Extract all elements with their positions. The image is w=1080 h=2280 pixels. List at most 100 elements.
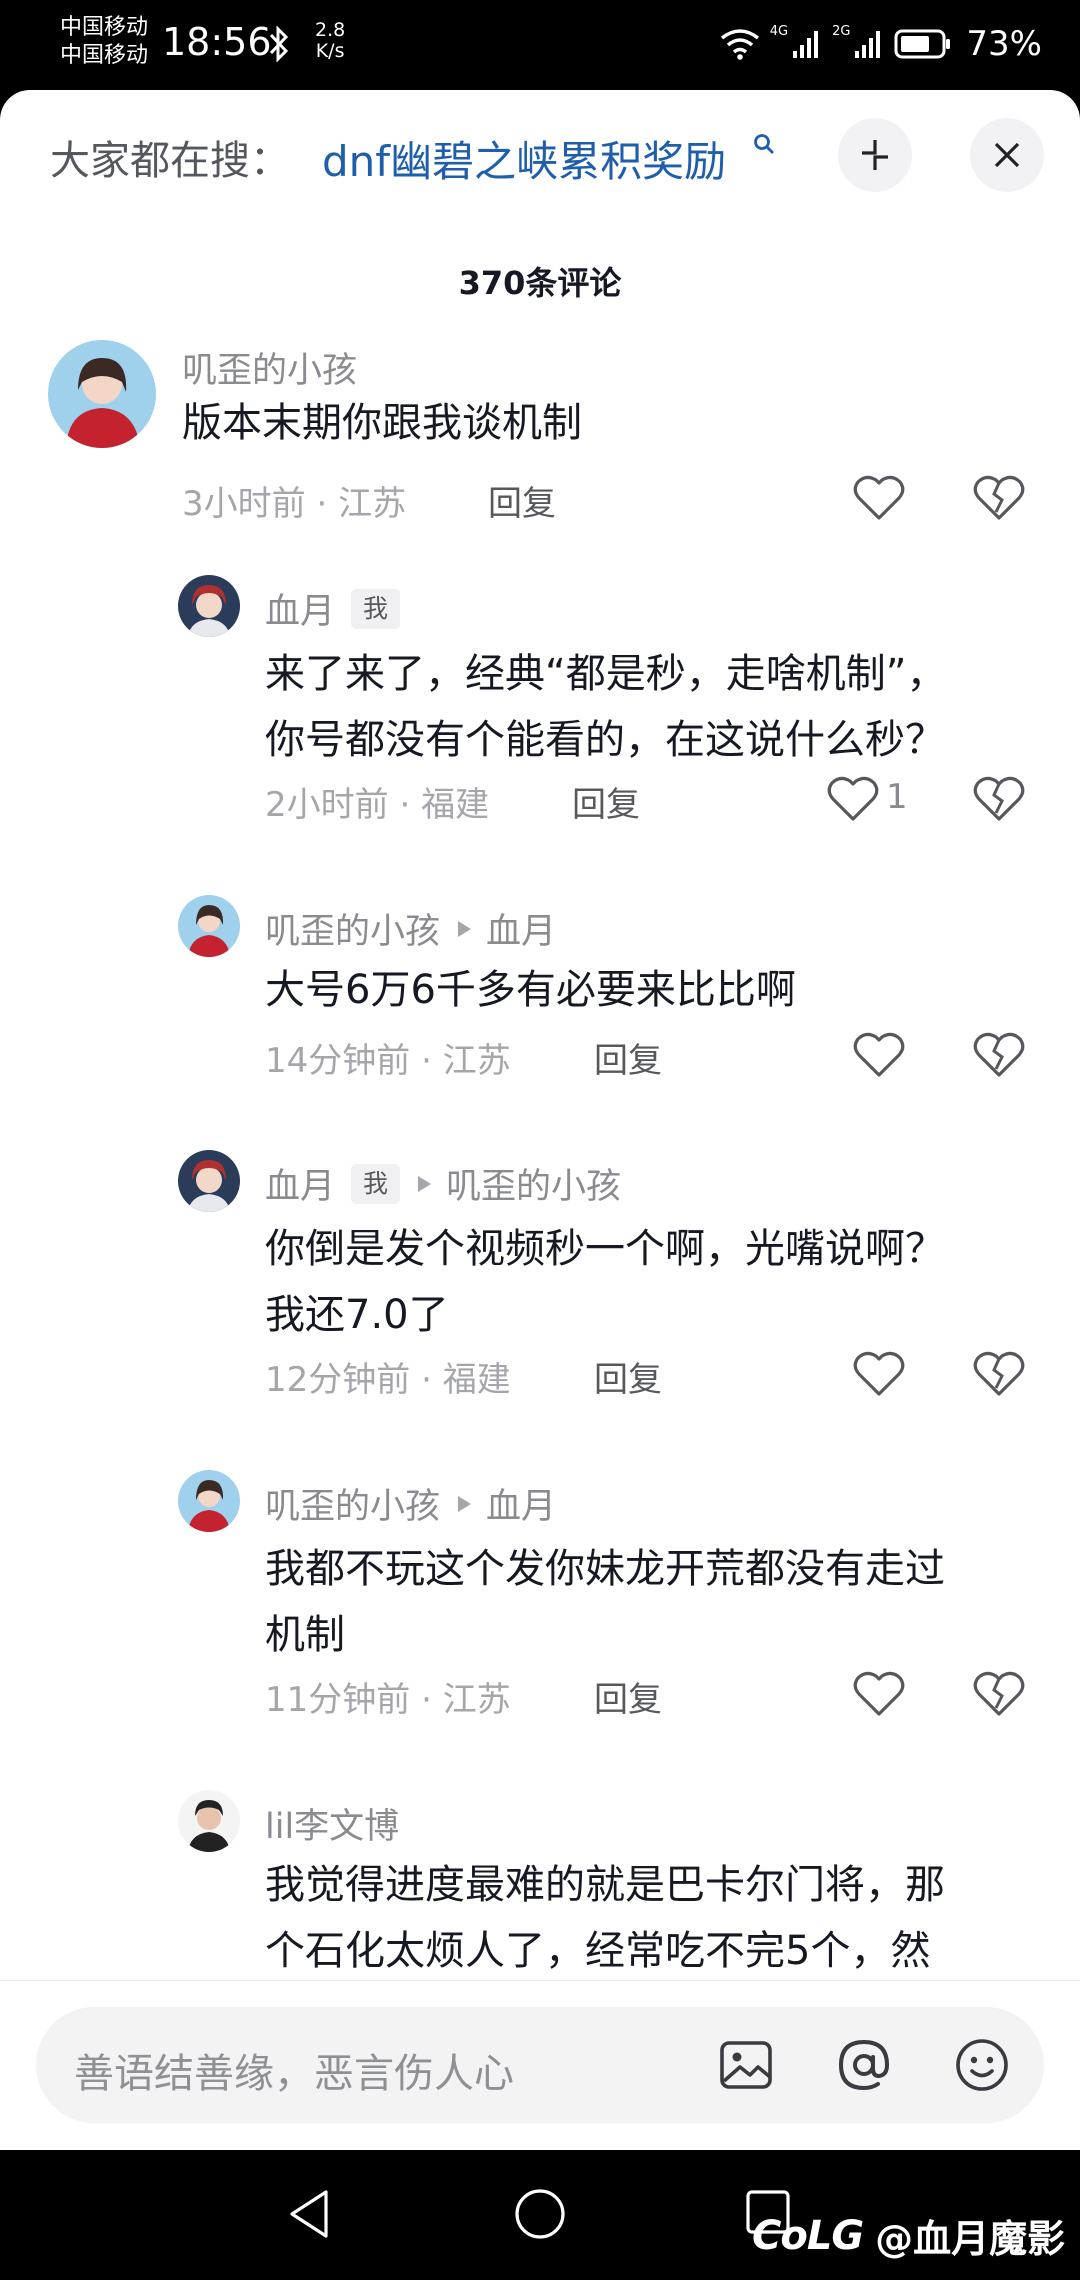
comment-meta: 12分钟前 · 福建 — [265, 1352, 511, 1401]
meta-dot: · — [421, 1360, 443, 1400]
comment-author-row: 叽歪的小孩 血月 — [265, 1478, 556, 1529]
avatar[interactable] — [178, 1470, 240, 1532]
comment-author[interactable]: 叽歪的小孩 — [265, 903, 440, 954]
close-button[interactable] — [970, 118, 1044, 192]
dislike-broken-heart-icon[interactable] — [972, 1350, 1026, 1398]
dislike-broken-heart-icon[interactable] — [972, 474, 1026, 522]
comment-text: 来了来了，经典“都是秒，走啥机制”， 你号都没有个能看的，在这说什么秒？ — [265, 641, 946, 773]
sig1-label: 4G — [769, 24, 789, 39]
reply-item: lil李文博 我觉得进度最难的就是巴卡尔门将，那 个石化太烦人了，经常吃不完5个… — [0, 1790, 1080, 1980]
comment-meta: 14分钟前 · 江苏 — [265, 1033, 511, 1082]
comment-time: 14分钟前 — [265, 1041, 411, 1081]
comment-input-bar: 善语结善缘，恶言伤人心 — [0, 1980, 1080, 2150]
comment-text: 你倒是发个视频秒一个啊，光嘴说啊？ 我还7.0了 — [265, 1216, 945, 1348]
comment-author[interactable]: 血月 — [265, 1158, 335, 1209]
signal-icon — [793, 31, 819, 58]
reply-item: 叽歪的小孩 血月 我都不玩这个发你妹龙开荒都没有走过 机制 11分钟前 · 江苏… — [0, 1470, 1080, 1720]
comment-time: 3小时前 — [182, 484, 306, 524]
comment-line: 个石化太烦人了，经常吃不完5个，然 — [265, 1928, 931, 1974]
reply-arrow-icon — [418, 1175, 432, 1192]
bluetooth-icon — [269, 26, 289, 62]
avatar[interactable] — [178, 575, 240, 637]
reply-button[interactable]: 回复 — [572, 777, 640, 826]
avatar[interactable] — [48, 340, 156, 448]
sig2-label: 2G — [832, 24, 851, 39]
collapse-button[interactable] — [838, 118, 912, 192]
dislike-broken-heart-icon[interactable] — [972, 775, 1026, 823]
me-badge: 我 — [351, 588, 401, 629]
avatar[interactable] — [178, 895, 240, 957]
comment-text: 版本末期你跟我谈机制 — [182, 390, 582, 456]
comment-line: 版本末期你跟我谈机制 — [182, 400, 582, 446]
carrier-1: 中国移动 — [60, 15, 149, 40]
carrier-labels: 中国移动 中国移动 — [60, 14, 148, 70]
comment-time: 2小时前 — [265, 785, 389, 825]
comment-text: 我都不玩这个发你妹龙开荒都没有走过 机制 — [265, 1536, 945, 1668]
meta-dot: · — [399, 785, 422, 825]
comment-line: 大号6万6千多有必要来比比啊 — [265, 967, 796, 1013]
reply-to-name[interactable]: 血月 — [486, 903, 556, 954]
comment-meta: 3小时前 · 江苏 — [182, 476, 406, 525]
trending-keyword-link[interactable]: dnf幽碧之峡累积奖励 — [322, 128, 726, 189]
speed-unit: K/s — [315, 40, 345, 62]
dislike-broken-heart-icon[interactable] — [972, 1670, 1026, 1718]
comment-meta: 2小时前 · 福建 — [265, 777, 489, 826]
input-placeholder: 善语结善缘，恶言伤人心 — [74, 2051, 514, 2097]
meta-dot: · — [421, 1680, 443, 1720]
comment-author[interactable]: 叽歪的小孩 — [265, 1478, 440, 1529]
me-badge: 我 — [351, 1163, 401, 1204]
clock: 18:56 — [162, 20, 272, 64]
reply-button[interactable]: 回复 — [594, 1352, 662, 1401]
trending-label: 大家都在搜： — [50, 138, 290, 184]
like-heart-icon[interactable] — [852, 474, 906, 522]
comment-meta: 11分钟前 · 江苏 — [265, 1672, 511, 1721]
status-right: 4G 2G 73% — [720, 24, 1042, 64]
reply-button[interactable]: 回复 — [488, 476, 556, 525]
search-icon[interactable] — [752, 132, 776, 156]
close-icon — [994, 142, 1020, 168]
emoji-icon[interactable] — [952, 2035, 1012, 2095]
reply-to-name[interactable]: 叽歪的小孩 — [446, 1158, 621, 1209]
like-heart-icon[interactable] — [852, 1031, 906, 1079]
comment-time: 11分钟前 — [265, 1680, 411, 1720]
colg-logo: CoLG — [752, 2212, 864, 2259]
avatar[interactable] — [178, 1150, 240, 1212]
comment-input[interactable]: 善语结善缘，恶言伤人心 — [36, 2007, 1044, 2123]
reply-item: 血月 我 叽歪的小孩 你倒是发个视频秒一个啊，光嘴说啊？ 我还7.0了 12分钟… — [0, 1150, 1080, 1400]
status-bar: 中国移动 中国移动 18:56 2.8 K/s 4G 2G 73% — [0, 0, 1080, 92]
meta-dot: · — [316, 484, 339, 524]
battery-icon — [894, 29, 951, 59]
comment-line: 我还7.0了 — [265, 1292, 449, 1338]
network-speed: 2.8 K/s — [315, 20, 345, 62]
image-icon[interactable] — [716, 2035, 776, 2095]
home-icon[interactable] — [512, 2186, 568, 2242]
dislike-broken-heart-icon[interactable] — [972, 1031, 1026, 1079]
comment-line: 你号都没有个能看的，在这说什么秒？ — [265, 717, 945, 763]
speed-value: 2.8 — [315, 19, 346, 41]
comment-location: 江苏 — [338, 484, 407, 524]
collapse-icon — [862, 140, 888, 170]
reply-item: 血月 我 来了来了，经典“都是秒，走啥机制”， 你号都没有个能看的，在这说什么秒… — [0, 575, 1080, 825]
avatar[interactable] — [178, 1790, 240, 1852]
reply-button[interactable]: 回复 — [594, 1033, 662, 1082]
comment-sheet: 大家都在搜： dnf幽碧之峡累积奖励 370条评论 叽歪的小孩 版本末期你跟我谈… — [0, 90, 1080, 2150]
reply-item: 叽歪的小孩 血月 大号6万6千多有必要来比比啊 14分钟前 · 江苏 回复 — [0, 895, 1080, 1085]
reply-to-name[interactable]: 血月 — [486, 1478, 556, 1529]
comment-line: 我觉得进度最难的就是巴卡尔门将，那 — [265, 1862, 945, 1908]
reply-arrow-icon — [458, 1495, 472, 1512]
mention-icon[interactable] — [834, 2035, 894, 2095]
carrier-2: 中国移动 — [60, 43, 149, 68]
back-icon[interactable] — [284, 2186, 334, 2242]
watermark-handle: @血月魔影 — [875, 2217, 1066, 2261]
comment-author[interactable]: 叽歪的小孩 — [182, 342, 357, 393]
comment-text: 我觉得进度最难的就是巴卡尔门将，那 个石化太烦人了，经常吃不完5个，然 — [265, 1852, 945, 1984]
like-heart-icon[interactable] — [826, 775, 880, 823]
reply-button[interactable]: 回复 — [594, 1672, 662, 1721]
comment-author[interactable]: 血月 — [265, 583, 335, 634]
like-heart-icon[interactable] — [852, 1350, 906, 1398]
like-count: 1 — [886, 777, 908, 817]
like-heart-icon[interactable] — [852, 1670, 906, 1718]
comment-location: 江苏 — [442, 1041, 511, 1081]
comment-count: 370条评论 — [458, 264, 622, 302]
comment-author[interactable]: lil李文博 — [265, 1798, 399, 1849]
